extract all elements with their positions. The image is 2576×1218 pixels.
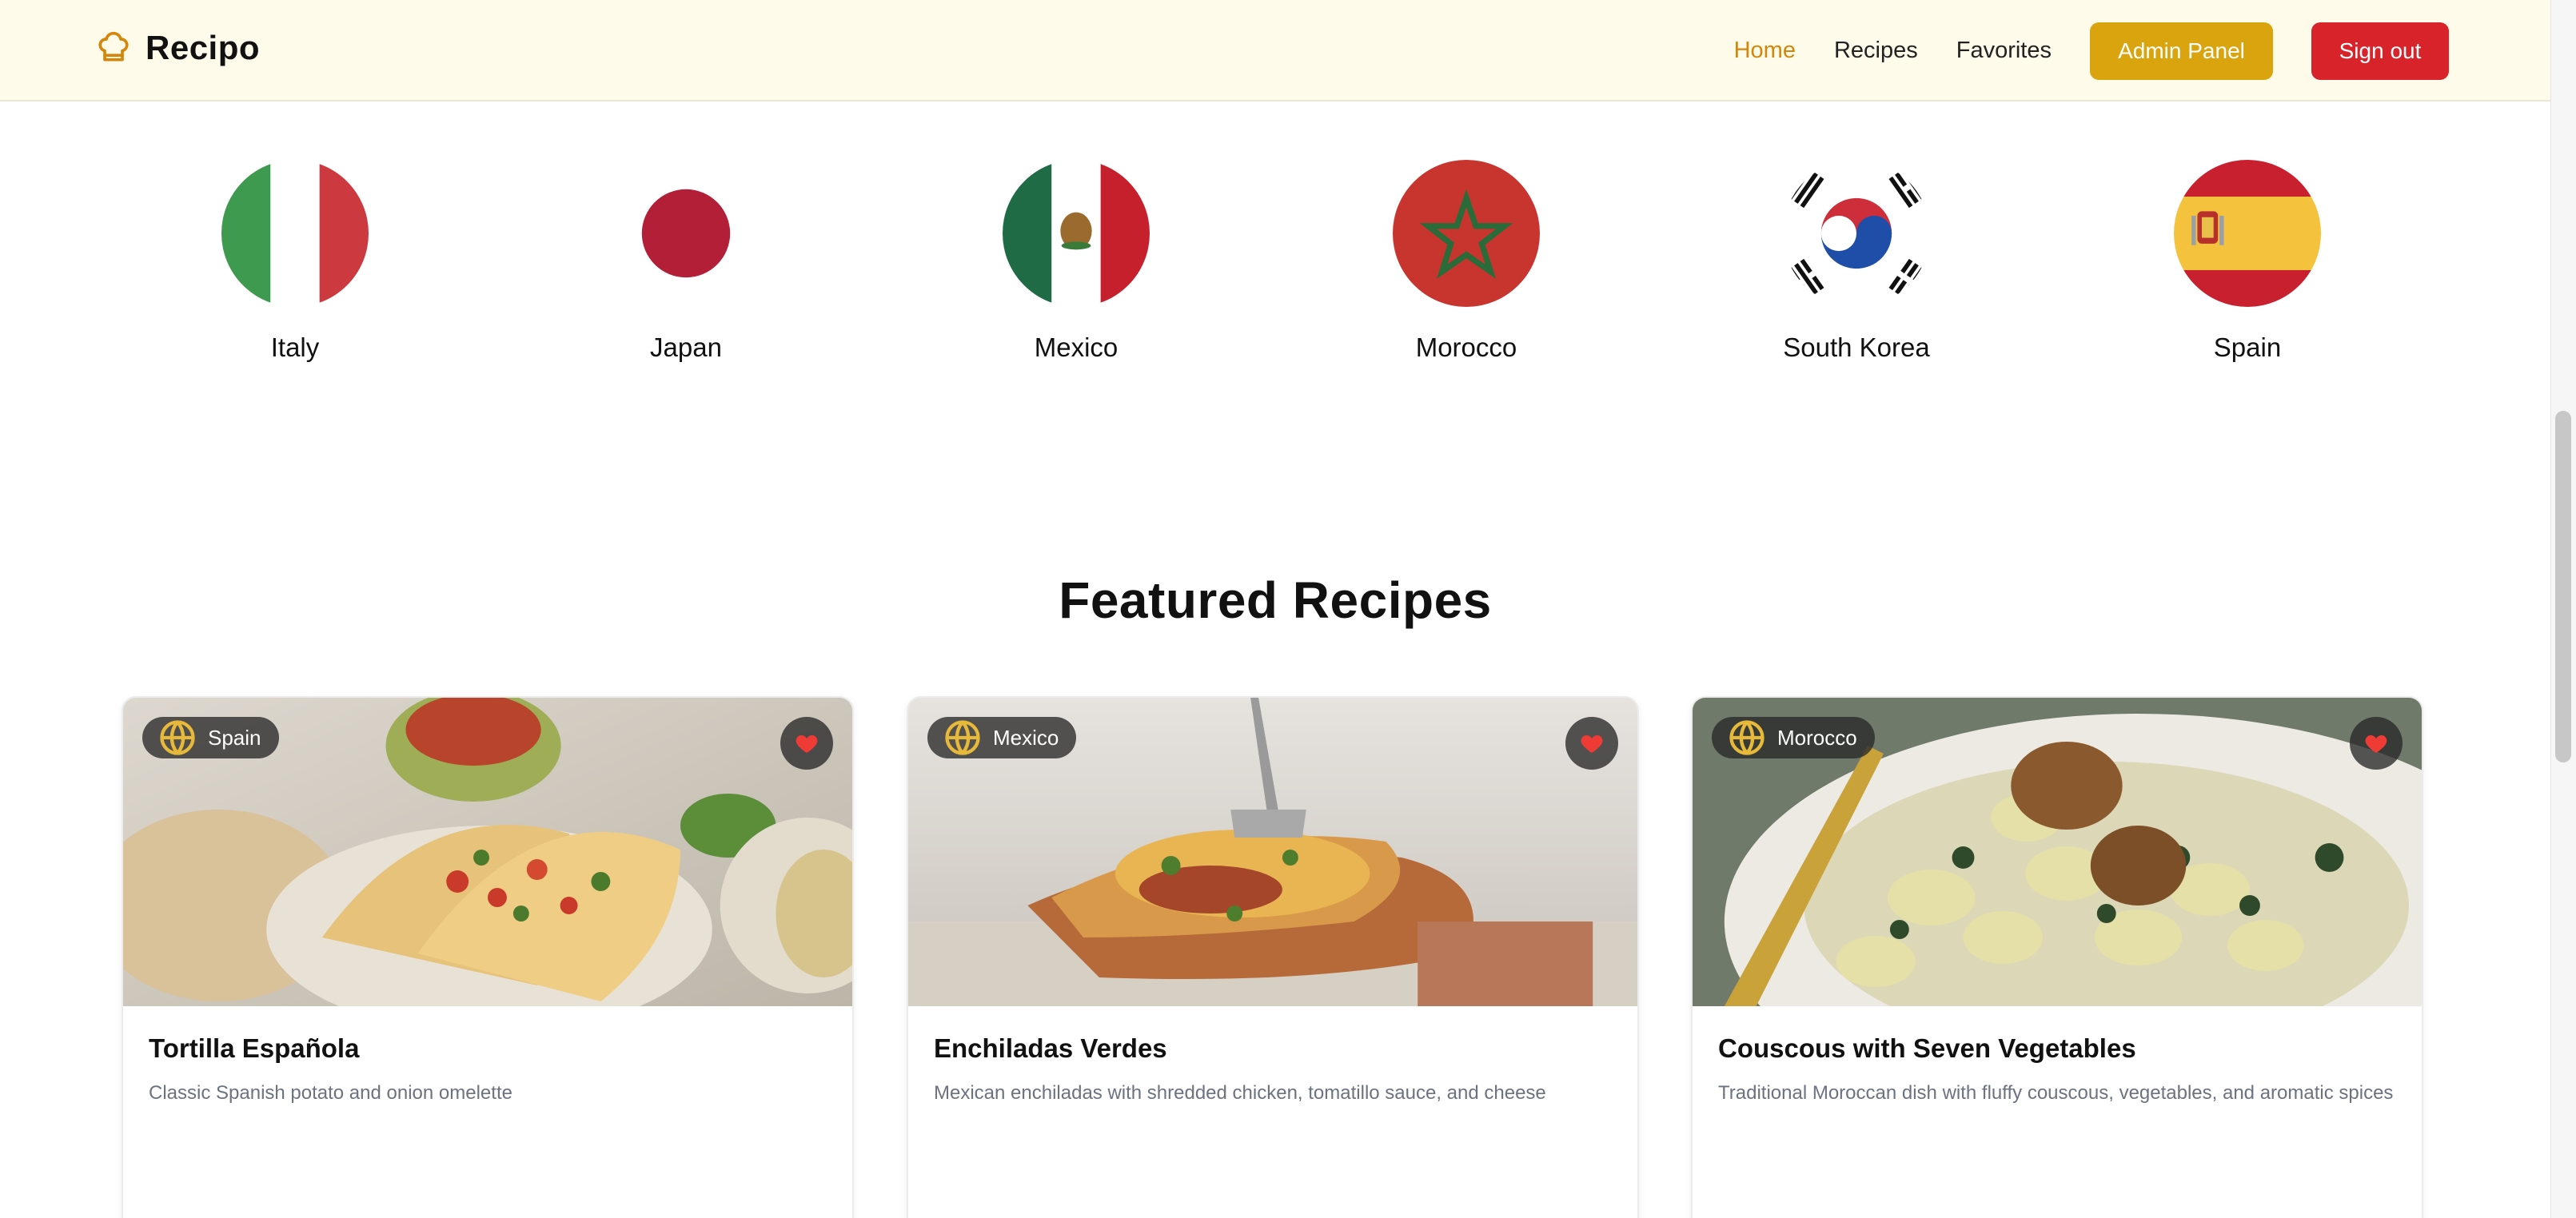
heart-icon xyxy=(1581,735,1603,753)
country-morocco[interactable]: Morocco xyxy=(1306,160,1626,363)
country-spain[interactable]: Spain xyxy=(2088,160,2407,363)
country-name: Mexico xyxy=(1034,332,1119,362)
heart-icon xyxy=(2365,735,2387,753)
top-navbar: Recipo Home Recipes Favorites Admin Pane… xyxy=(0,0,2550,102)
recipe-title[interactable]: Enchiladas Verdes xyxy=(934,1033,1612,1064)
page-scrollbar[interactable] xyxy=(2550,0,2576,1218)
nav-link-home[interactable]: Home xyxy=(1734,38,1796,64)
globe-icon xyxy=(160,720,195,755)
nav-link-favorites[interactable]: Favorites xyxy=(1956,38,2052,64)
recipe-image: Mexico xyxy=(908,698,1637,1006)
countries-row: Italy Japan Mexico Morocco South Korea S… xyxy=(0,160,2550,376)
recipe-title[interactable]: Couscous with Seven Vegetables xyxy=(1718,1033,2396,1064)
recipe-card-body: Enchiladas Verdes Mexican enchiladas wit… xyxy=(908,1006,1637,1106)
recipe-image: Morocco xyxy=(1693,698,2422,1006)
japan-flag xyxy=(612,160,760,307)
country-badge-label: Morocco xyxy=(1777,725,1857,750)
brand-name: Recipo xyxy=(146,29,261,66)
brand[interactable]: Recipo xyxy=(96,29,260,67)
admin-panel-button[interactable]: Admin Panel xyxy=(2090,22,2273,80)
globe-icon xyxy=(1729,720,1765,755)
recipe-card-body: Couscous with Seven Vegetables Tradition… xyxy=(1693,1006,2422,1106)
favorite-button[interactable] xyxy=(1565,717,1618,770)
country-mexico[interactable]: Mexico xyxy=(916,160,1236,363)
south-korea-flag xyxy=(1783,160,1930,307)
nav-links: Home Recipes Favorites Admin Panel Sign … xyxy=(1734,0,2550,102)
scrollbar-thumb[interactable] xyxy=(2555,411,2571,762)
country-name: Spain xyxy=(2213,332,2282,362)
favorite-button[interactable] xyxy=(780,717,833,770)
chef-hat-icon xyxy=(98,31,129,62)
recipe-card[interactable]: Mexico Enchiladas Verdes Mexican enchila… xyxy=(907,696,1639,1218)
heart-icon xyxy=(796,735,818,753)
country-badge: Spain xyxy=(142,717,279,758)
country-badge: Morocco xyxy=(1712,717,1875,758)
country-japan[interactable]: Japan xyxy=(526,160,846,363)
country-south-korea[interactable]: South Korea xyxy=(1697,160,2016,363)
country-badge-label: Mexico xyxy=(993,725,1059,750)
italy-flag xyxy=(221,160,369,307)
recipe-card[interactable]: Spain Tortilla Española Classic Spanish … xyxy=(122,696,854,1218)
recipe-description: Mexican enchiladas with shredded chicken… xyxy=(934,1082,1546,1104)
sign-out-button[interactable]: Sign out xyxy=(2311,22,2449,80)
globe-icon xyxy=(945,720,980,755)
country-name: Morocco xyxy=(1415,332,1517,362)
recipe-image: Spain xyxy=(123,698,852,1006)
country-badge-label: Spain xyxy=(208,725,261,750)
nav-link-recipes[interactable]: Recipes xyxy=(1834,38,1918,64)
favorite-button[interactable] xyxy=(2350,717,2403,770)
country-badge: Mexico xyxy=(927,717,1077,758)
recipe-card[interactable]: Morocco Couscous with Seven Vegetables T… xyxy=(1691,696,2423,1218)
recipe-description: Classic Spanish potato and onion omelett… xyxy=(149,1082,512,1104)
country-name: Italy xyxy=(270,332,320,362)
featured-recipes-title: Featured Recipes xyxy=(1059,571,1492,629)
country-name: South Korea xyxy=(1783,332,1930,362)
recipe-title[interactable]: Tortilla Española xyxy=(149,1033,827,1064)
morocco-flag xyxy=(1393,160,1540,307)
spain-flag xyxy=(2174,160,2321,307)
recipe-card-body: Tortilla Española Classic Spanish potato… xyxy=(123,1006,852,1106)
recipe-description: Traditional Moroccan dish with fluffy co… xyxy=(1718,1082,2394,1104)
country-name: Japan xyxy=(650,332,722,362)
mexico-flag xyxy=(1003,160,1150,307)
country-italy[interactable]: Italy xyxy=(135,160,455,363)
